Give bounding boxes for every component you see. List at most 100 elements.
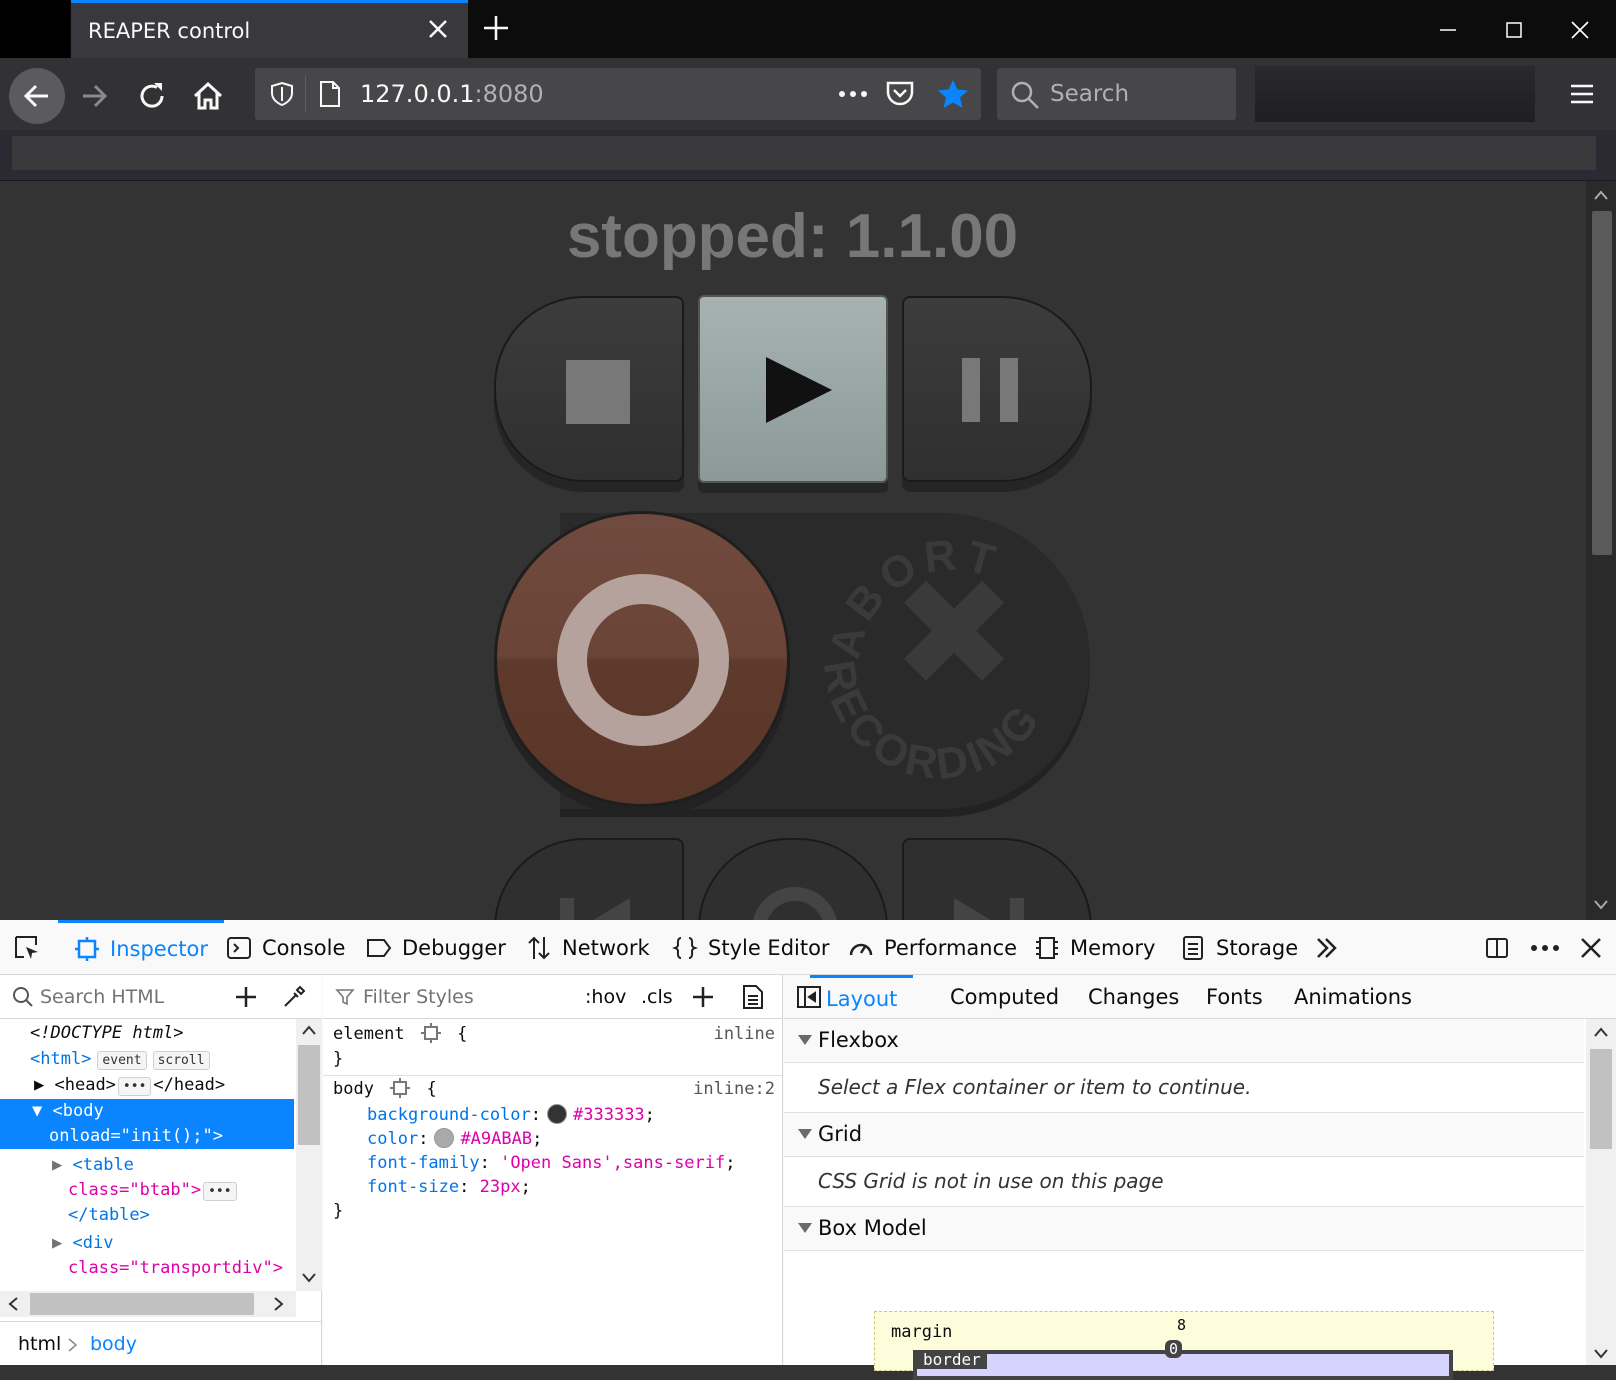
- home-button[interactable]: [182, 70, 234, 122]
- rewind-button[interactable]: [494, 838, 684, 920]
- tab-computed[interactable]: Computed: [950, 975, 1059, 1019]
- pause-button[interactable]: [902, 296, 1092, 482]
- layout-scroll-thumb[interactable]: [1590, 1049, 1612, 1149]
- scroll-left-icon[interactable]: [8, 1297, 18, 1311]
- scroll-down-icon[interactable]: [302, 1273, 316, 1283]
- page-actions-icon[interactable]: [837, 84, 869, 104]
- page-scroll-thumb[interactable]: [1592, 211, 1612, 555]
- reload-button[interactable]: [126, 70, 178, 122]
- collapse-triangle-icon[interactable]: ▼: [32, 1101, 42, 1121]
- record-button[interactable]: [494, 511, 790, 807]
- new-tab-icon[interactable]: [480, 12, 512, 44]
- url-text[interactable]: 127.0.0.1:8080: [360, 80, 544, 108]
- scroll-down-icon[interactable]: [1593, 899, 1609, 911]
- rule-body[interactable]: body {: [333, 1077, 437, 1102]
- node-highlight-icon[interactable]: [420, 1023, 441, 1043]
- markup-vscrollbar[interactable]: [296, 1019, 322, 1291]
- print-media-icon[interactable]: [741, 984, 765, 1010]
- app-menu-button[interactable]: [1560, 72, 1604, 116]
- rule-body-source[interactable]: inline:2: [693, 1077, 775, 1102]
- event-badge[interactable]: event: [97, 1051, 147, 1070]
- filter-styles-field[interactable]: Filter Styles :hov .cls: [323, 975, 783, 1019]
- dock-toggle-button[interactable]: [1484, 920, 1510, 975]
- declaration-font-size[interactable]: font-size: 23px;: [367, 1175, 531, 1200]
- page-icon[interactable]: [317, 80, 343, 108]
- tab-changes[interactable]: Changes: [1088, 975, 1179, 1019]
- declaration-color[interactable]: color: #A9ABAB;: [367, 1127, 542, 1152]
- back-button[interactable]: [9, 68, 65, 124]
- element-picker-button[interactable]: [14, 920, 54, 975]
- cls-toggle[interactable]: .cls: [641, 986, 673, 1008]
- scroll-badge[interactable]: scroll: [152, 1051, 210, 1070]
- breadcrumb-html[interactable]: html: [18, 1333, 61, 1355]
- minimize-window-button[interactable]: [1428, 12, 1468, 48]
- collapsed-ellipsis-icon[interactable]: •••: [203, 1182, 237, 1201]
- box-model-section-header[interactable]: Box Model: [784, 1207, 1584, 1251]
- tab-animations[interactable]: Animations: [1294, 975, 1412, 1019]
- hov-toggle[interactable]: :hov: [585, 986, 626, 1008]
- stop-button[interactable]: [494, 296, 684, 482]
- devtools-options-button[interactable]: [1530, 920, 1560, 975]
- add-rule-icon[interactable]: [691, 985, 715, 1009]
- play-button[interactable]: [698, 295, 888, 483]
- bookmark-star-icon[interactable]: [937, 79, 969, 109]
- tab-layout[interactable]: Layout: [810, 975, 914, 1019]
- maximize-window-button[interactable]: [1494, 12, 1534, 48]
- markup-hscroll-thumb[interactable]: [30, 1293, 254, 1315]
- scroll-right-icon[interactable]: [274, 1297, 284, 1311]
- url-bar[interactable]: 127.0.0.1:8080: [255, 68, 981, 120]
- scroll-up-icon[interactable]: [302, 1025, 316, 1035]
- tab-inspector[interactable]: Inspector: [58, 920, 224, 975]
- scroll-up-icon[interactable]: [1593, 189, 1609, 201]
- margin-top-value[interactable]: 8: [1177, 1316, 1186, 1334]
- markup-table-node[interactable]: ▶ <table class="btab"> ••• </table>: [0, 1153, 294, 1228]
- markup-doctype[interactable]: <!DOCTYPE html>: [0, 1021, 294, 1046]
- search-html-field[interactable]: Search HTML: [0, 975, 322, 1019]
- pocket-icon[interactable]: [885, 80, 915, 108]
- tab-fonts[interactable]: Fonts: [1206, 975, 1263, 1019]
- repeat-button[interactable]: [698, 838, 888, 920]
- tab-debugger[interactable]: Debugger: [366, 920, 506, 975]
- tab-network[interactable]: Network: [526, 920, 650, 975]
- expand-triangle-icon[interactable]: ▶: [52, 1155, 62, 1175]
- tab-storage[interactable]: Storage: [1180, 920, 1298, 975]
- markup-vscroll-thumb[interactable]: [298, 1045, 320, 1145]
- markup-hscrollbar[interactable]: [0, 1291, 296, 1317]
- layout-scrollbar[interactable]: [1586, 1019, 1616, 1365]
- tab-performance[interactable]: Performance: [848, 920, 1017, 975]
- markup-html-node[interactable]: <html> event scroll: [0, 1047, 294, 1072]
- breadcrumb-body[interactable]: body: [90, 1333, 137, 1355]
- close-tab-icon[interactable]: [426, 17, 450, 41]
- flexbox-section-header[interactable]: Flexbox: [784, 1019, 1584, 1063]
- border-top-value[interactable]: 0: [1165, 1340, 1183, 1358]
- tab-memory[interactable]: Memory: [1034, 920, 1155, 975]
- expand-triangle-icon[interactable]: ▶: [34, 1075, 44, 1095]
- tab-style-editor[interactable]: Style Editor: [672, 920, 830, 975]
- devtools-close-button[interactable]: [1580, 920, 1602, 975]
- markup-head-node[interactable]: ▶ <head> ••• </head>: [0, 1073, 294, 1098]
- page-scrollbar[interactable]: [1586, 181, 1616, 920]
- scroll-down-icon[interactable]: [1594, 1349, 1608, 1359]
- tab-console[interactable]: Console: [226, 920, 345, 975]
- close-window-button[interactable]: [1560, 12, 1600, 48]
- browser-tab-active[interactable]: REAPER control: [71, 0, 468, 58]
- fast-forward-button[interactable]: [902, 838, 1092, 920]
- scroll-up-icon[interactable]: [1594, 1027, 1608, 1037]
- rule-element-source[interactable]: inline: [714, 1022, 775, 1047]
- expand-triangle-icon[interactable]: ▶: [52, 1233, 62, 1253]
- shield-icon[interactable]: [269, 81, 295, 107]
- search-box[interactable]: Search: [997, 68, 1236, 120]
- add-node-icon[interactable]: [234, 985, 258, 1009]
- markup-div-node[interactable]: ▶ <div class="transportdiv">: [0, 1231, 294, 1281]
- color-swatch[interactable]: [434, 1128, 455, 1148]
- markup-body-node[interactable]: ▼ <body onload="init();">: [0, 1099, 294, 1149]
- forward-button[interactable]: [68, 70, 120, 122]
- declaration-font-family[interactable]: font-family: 'Open Sans',sans-serif;: [367, 1151, 736, 1176]
- more-tools-button[interactable]: [1314, 920, 1340, 975]
- node-highlight-icon[interactable]: [390, 1078, 411, 1098]
- collapsed-ellipsis-icon[interactable]: •••: [117, 1077, 152, 1096]
- declaration-background-color[interactable]: background-color: #333333;: [367, 1103, 655, 1128]
- grid-section-header[interactable]: Grid: [784, 1113, 1584, 1157]
- rule-element[interactable]: element {: [333, 1022, 467, 1047]
- eyedropper-icon[interactable]: [282, 985, 306, 1009]
